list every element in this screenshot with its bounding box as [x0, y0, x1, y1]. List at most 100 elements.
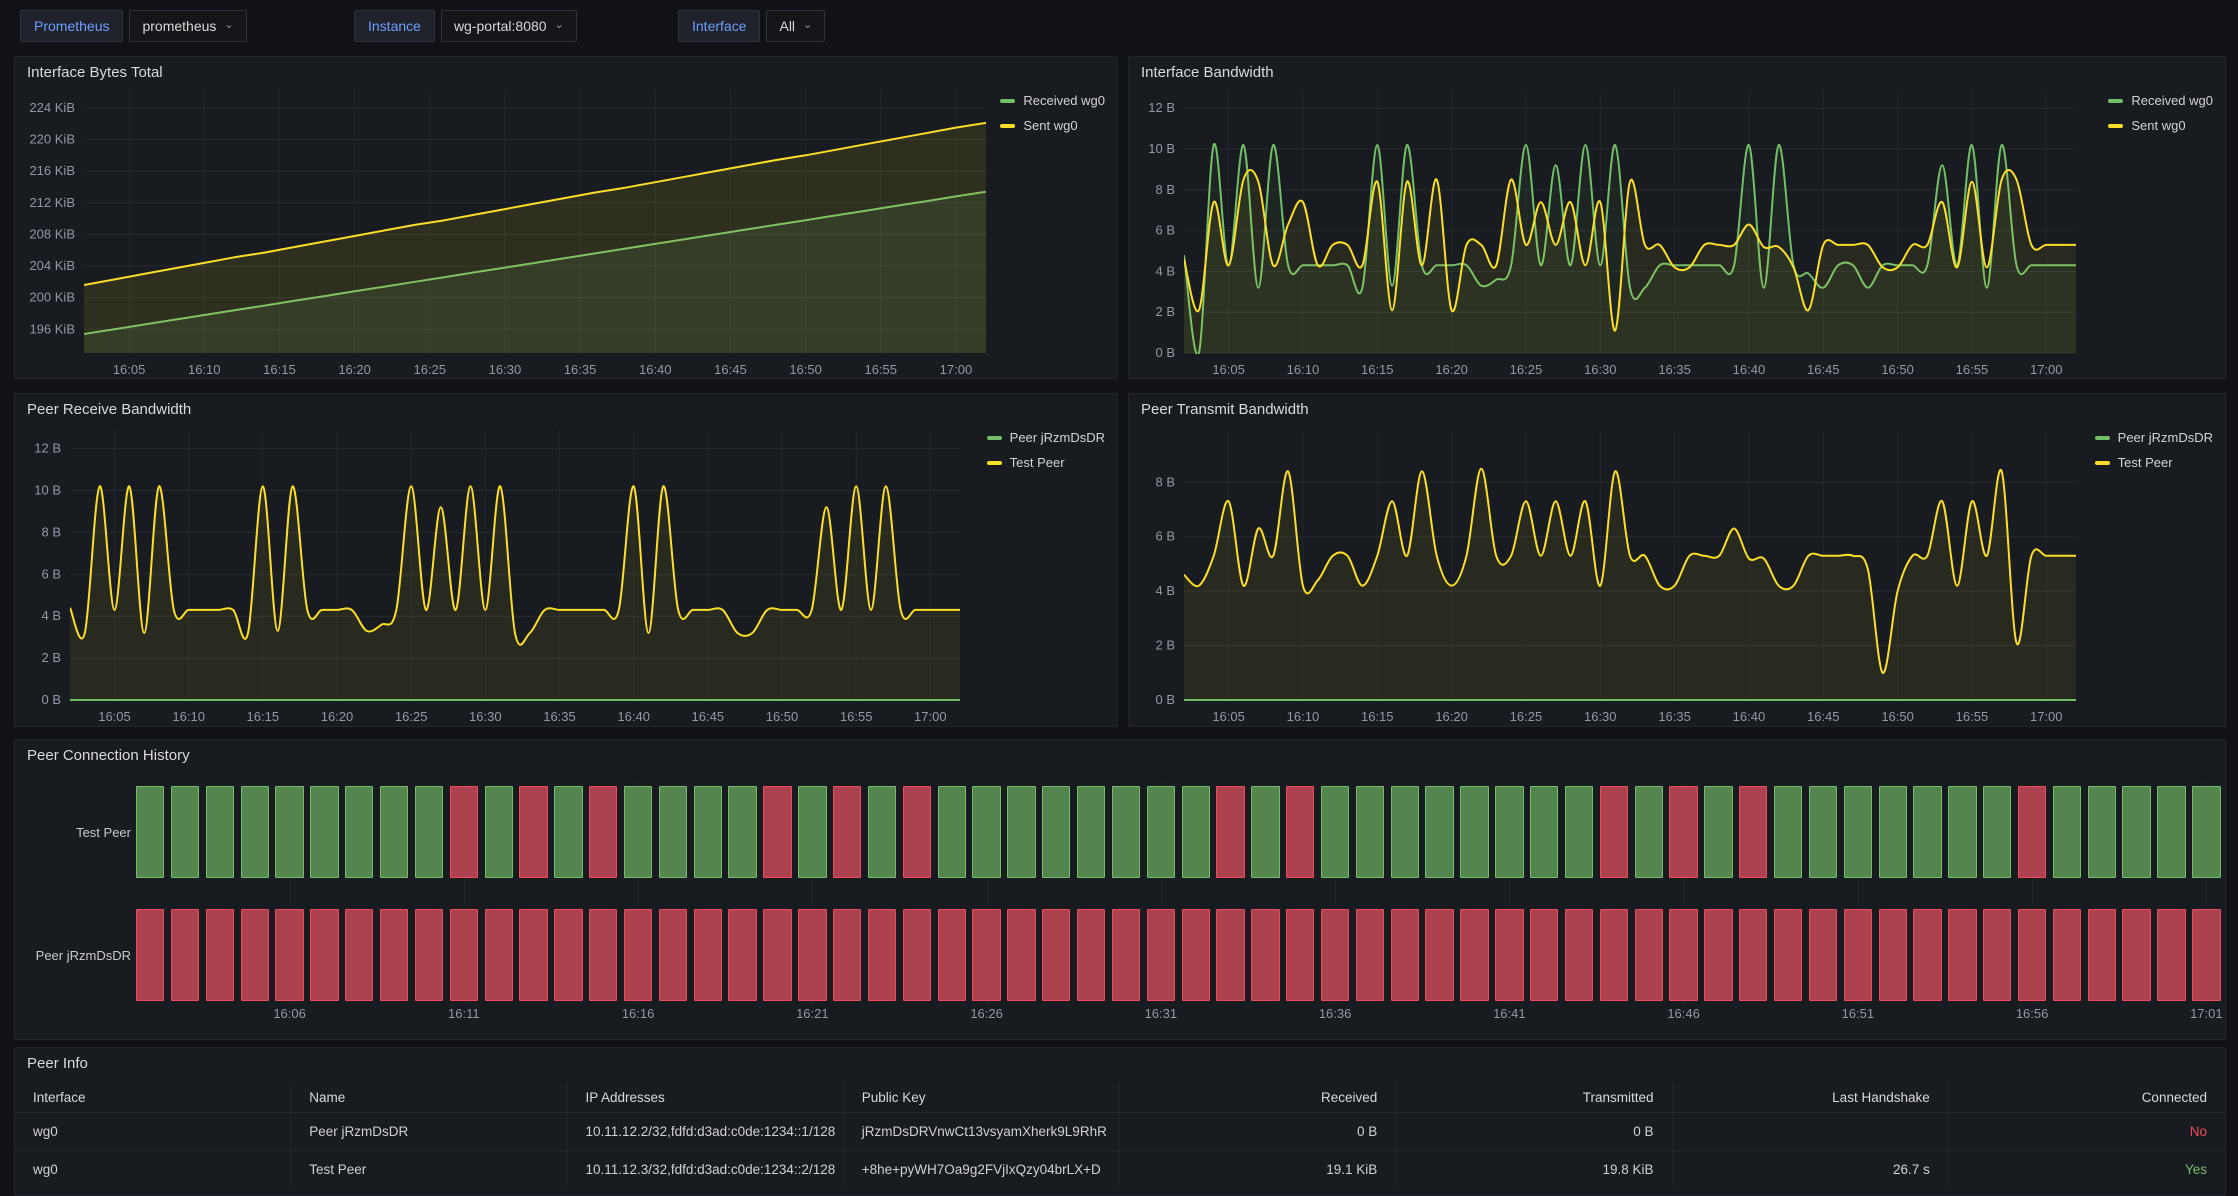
- y-axis-tick-label: 6 B: [41, 566, 61, 581]
- table-column-header[interactable]: Transmitted: [1396, 1082, 1672, 1112]
- panel-title[interactable]: Peer Transmit Bandwidth: [1141, 401, 1309, 418]
- state-bar-disconnected: [1356, 909, 1384, 1001]
- state-bar-disconnected: [1495, 909, 1523, 1001]
- x-axis-tick-label: 16:26: [952, 1006, 1022, 1021]
- x-axis-tick-label: 16:50: [1881, 709, 1914, 724]
- legend-item[interactable]: Peer jRzmDsDR: [2095, 430, 2213, 445]
- legend-label: Peer jRzmDsDR: [2118, 430, 2213, 445]
- series-area: [84, 123, 986, 353]
- state-bar-disconnected: [1948, 909, 1976, 1001]
- state-bar-disconnected: [1809, 909, 1837, 1001]
- state-bar-disconnected: [728, 909, 756, 1001]
- legend-label: Received wg0: [1023, 93, 1105, 108]
- x-axis-tick-label: 16:20: [338, 362, 371, 377]
- instance-select[interactable]: wg-portal:8080 ⌄: [441, 10, 577, 42]
- state-bar-disconnected: [345, 909, 373, 1001]
- state-bar-disconnected: [1251, 909, 1279, 1001]
- legend-item[interactable]: Peer jRzmDsDR: [987, 430, 1105, 445]
- state-bar-disconnected: [938, 909, 966, 1001]
- state-bar-disconnected: [1425, 909, 1453, 1001]
- legend: Received wg0 Sent wg0: [1000, 93, 1105, 133]
- state-bar-connected: [554, 786, 582, 878]
- state-bar-connected: [1844, 786, 1872, 878]
- state-bar-connected: [2122, 786, 2150, 878]
- state-bar-disconnected: [450, 786, 478, 878]
- state-bar-connected: [345, 786, 373, 878]
- state-bar-disconnected: [1321, 909, 1349, 1001]
- state-bar-disconnected: [798, 909, 826, 1001]
- legend-label: Received wg0: [2131, 93, 2213, 108]
- x-axis-tick-label: 16:40: [617, 709, 650, 724]
- state-bar-connected: [310, 786, 338, 878]
- state-bar-disconnected: [903, 786, 931, 878]
- y-axis-tick-label: 6 B: [1155, 529, 1175, 544]
- table-column-header[interactable]: Received: [1120, 1082, 1396, 1112]
- x-axis-tick-label: 17:00: [2030, 362, 2063, 377]
- table-column-header[interactable]: Interface: [15, 1082, 291, 1112]
- x-axis-tick-label: 16:21: [777, 1006, 847, 1021]
- state-bar-connected: [1007, 786, 1035, 878]
- legend-swatch: [987, 461, 1002, 465]
- table-column-header[interactable]: Name: [291, 1082, 567, 1112]
- y-axis-tick-label: 4 B: [1155, 583, 1175, 598]
- table-cell: jRzmDsDRVnwCt13vsyamXherk9L9RhR: [844, 1113, 1120, 1150]
- y-axis-tick-label: 6 B: [1155, 223, 1175, 238]
- interface-select[interactable]: All ⌄: [766, 10, 825, 42]
- y-axis-tick-label: 4 B: [1155, 263, 1175, 278]
- x-axis-tick-label: 16:20: [1435, 362, 1468, 377]
- state-bar-connected: [380, 786, 408, 878]
- state-bar-disconnected: [1669, 786, 1697, 878]
- table-column-header[interactable]: Last Handshake: [1673, 1082, 1949, 1112]
- table-column-header[interactable]: IP Addresses: [568, 1082, 844, 1112]
- state-bar-connected: [1495, 786, 1523, 878]
- state-bar-disconnected: [1460, 909, 1488, 1001]
- chevron-down-icon: ⌄: [555, 18, 564, 31]
- state-bar-disconnected: [903, 909, 931, 1001]
- timeseries-plot: 196 KiB200 KiB204 KiB208 KiB212 KiB216 K…: [15, 57, 1117, 378]
- x-axis-tick-label: 16:30: [1584, 362, 1617, 377]
- state-bar-connected: [1321, 786, 1349, 878]
- state-bar-disconnected: [206, 909, 234, 1001]
- state-bar-disconnected: [1983, 909, 2011, 1001]
- state-bar-disconnected: [310, 909, 338, 1001]
- x-axis-tick-label: 16:15: [1361, 362, 1394, 377]
- panel-title[interactable]: Peer Connection History: [27, 747, 190, 764]
- state-bar-disconnected: [972, 909, 1000, 1001]
- state-bar-connected: [136, 786, 164, 878]
- legend-item[interactable]: Sent wg0: [1000, 118, 1105, 133]
- legend-label: Sent wg0: [2131, 118, 2185, 133]
- peer-info-table: InterfaceNameIP AddressesPublic KeyRecei…: [15, 1082, 2225, 1188]
- state-bar-connected: [206, 786, 234, 878]
- x-axis-tick-label: 16:46: [1649, 1006, 1719, 1021]
- panel-title[interactable]: Interface Bandwidth: [1141, 64, 1274, 81]
- legend-item[interactable]: Test Peer: [2095, 455, 2213, 470]
- interface-label: Interface: [678, 10, 760, 42]
- state-bar-connected: [2157, 786, 2185, 878]
- x-axis-tick-label: 17:00: [2030, 709, 2063, 724]
- table-column-header[interactable]: Public Key: [844, 1082, 1120, 1112]
- table-column-header[interactable]: Connected: [1949, 1082, 2225, 1112]
- x-axis-tick-label: 16:40: [1733, 709, 1766, 724]
- x-axis-tick-label: 16:56: [1997, 1006, 2067, 1021]
- x-axis-tick-label: 16:25: [1510, 709, 1543, 724]
- x-axis-tick-label: 16:10: [1287, 362, 1320, 377]
- legend-item[interactable]: Sent wg0: [2108, 118, 2213, 133]
- state-bar-connected: [938, 786, 966, 878]
- panel-title[interactable]: Peer Receive Bandwidth: [27, 401, 191, 418]
- table-cell: 19.8 KiB: [1396, 1151, 1672, 1188]
- x-axis-tick-label: 16:15: [263, 362, 296, 377]
- datasource-select[interactable]: prometheus ⌄: [129, 10, 246, 42]
- state-bar-connected: [1913, 786, 1941, 878]
- x-axis-tick-label: 17:00: [940, 362, 973, 377]
- panel-title[interactable]: Peer Info: [27, 1055, 88, 1072]
- x-axis-tick-label: 16:50: [1881, 362, 1914, 377]
- legend-item[interactable]: Received wg0: [2108, 93, 2213, 108]
- legend-item[interactable]: Received wg0: [1000, 93, 1105, 108]
- state-bar-disconnected: [868, 909, 896, 1001]
- x-axis-tick-label: 16:35: [1658, 709, 1691, 724]
- x-axis-tick-label: 16:11: [429, 1006, 499, 1021]
- y-axis-tick-label: 0 B: [41, 692, 61, 707]
- legend-item[interactable]: Test Peer: [987, 455, 1105, 470]
- panel-title[interactable]: Interface Bytes Total: [27, 64, 163, 81]
- state-bar-disconnected: [2157, 909, 2185, 1001]
